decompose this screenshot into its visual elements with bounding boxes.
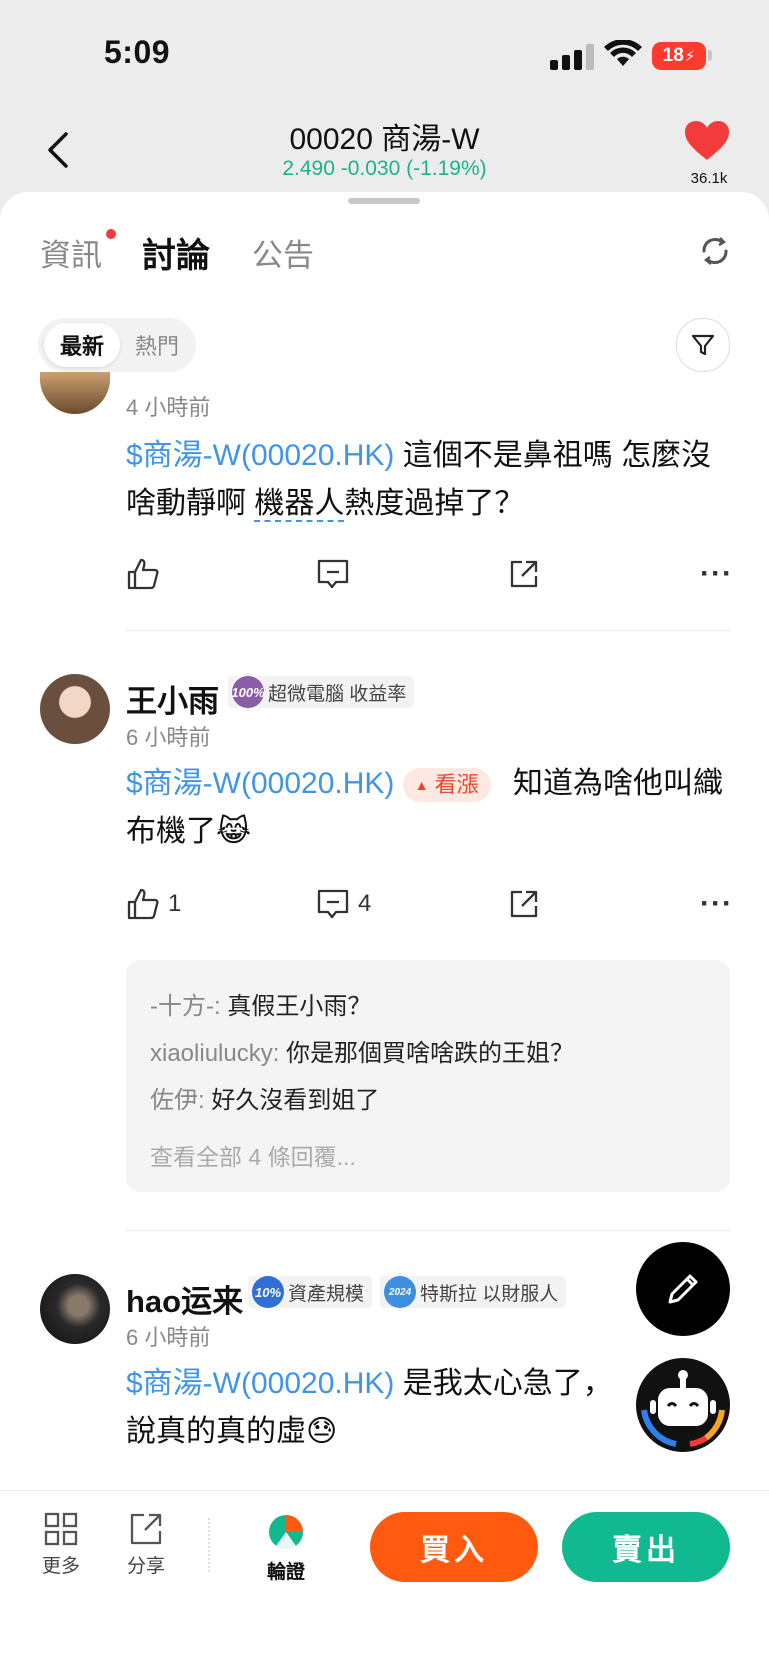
- grid-icon: [44, 1512, 78, 1546]
- battery-tip: [708, 50, 712, 61]
- buy-button[interactable]: 買入: [370, 1512, 538, 1582]
- sell-button[interactable]: 賣出: [562, 1512, 730, 1582]
- tab-discussion[interactable]: 討論: [142, 228, 210, 277]
- keyword-link[interactable]: 機器人: [254, 487, 345, 522]
- post-divider: [126, 1230, 730, 1231]
- post-divider: [126, 630, 730, 631]
- tab-news[interactable]: 資訊: [40, 230, 102, 275]
- sentiment-bullish-badge: ▲ 看漲: [402, 768, 491, 803]
- user-badges[interactable]: 10% 資產規模 2024 特斯拉 以財服人: [248, 1276, 567, 1308]
- stock-price-line: 2.490 -0.030 (-1.19%): [282, 157, 487, 180]
- stock-tag-link[interactable]: $商湯-W(00020.HK): [126, 767, 394, 800]
- like-count: 1: [168, 890, 182, 917]
- post-time: 6 小時前: [126, 725, 211, 750]
- robot-icon: [641, 1370, 725, 1447]
- share-icon: [130, 1513, 162, 1545]
- user-badge[interactable]: 100% 超微電腦 收益率: [228, 676, 415, 708]
- warrants-icon: [269, 1515, 303, 1550]
- username[interactable]: hao运来: [126, 1276, 243, 1321]
- comment-icon: [317, 889, 349, 919]
- medal-icon: 100%: [231, 676, 265, 708]
- stock-title: 00020 商湯-W: [289, 123, 480, 156]
- reply-item[interactable]: 佐伊: 好久沒看到姐了: [150, 1080, 379, 1115]
- avatar[interactable]: [40, 1274, 110, 1344]
- bottom-divider: [208, 1518, 212, 1572]
- more-button[interactable]: 更多: [40, 1512, 82, 1578]
- avatar[interactable]: [40, 674, 110, 744]
- ai-assistant-button[interactable]: [636, 1358, 730, 1452]
- share-page-button[interactable]: 分享: [124, 1512, 168, 1578]
- medal-icon: 10%: [252, 1276, 284, 1308]
- username[interactable]: 王小雨: [126, 676, 219, 721]
- post-body[interactable]: $商湯-W(00020.HK) 是我太心急了，說真的真的虛😓: [126, 1360, 636, 1456]
- share-post-button[interactable]: [508, 556, 540, 592]
- cellular-signal-icon: [550, 44, 594, 70]
- wifi-icon: [604, 40, 642, 66]
- battery-indicator: 18 ⚡: [652, 42, 706, 70]
- sheet-handle[interactable]: [348, 198, 420, 204]
- status-time: 5:09: [104, 34, 171, 70]
- comment-button[interactable]: 4: [316, 886, 371, 922]
- comment-button[interactable]: [316, 556, 350, 592]
- reply-item[interactable]: -十方-: 真假王小雨？: [150, 986, 371, 1021]
- post-time: 4 小時前: [126, 395, 211, 420]
- medal-icon: 2024: [384, 1276, 417, 1308]
- unread-dot: [106, 229, 116, 239]
- stock-tag-link[interactable]: $商湯-W(00020.HK): [126, 439, 394, 472]
- comment-icon: [317, 559, 349, 589]
- comment-count: 4: [358, 890, 372, 917]
- sort-latest[interactable]: 最新: [44, 323, 120, 367]
- filter-button[interactable]: [676, 318, 730, 372]
- share-icon: [510, 890, 538, 918]
- pencil-icon: [668, 1274, 698, 1304]
- filter-icon: [691, 334, 715, 356]
- compose-button[interactable]: [636, 1242, 730, 1336]
- sort-hot[interactable]: 熱門: [124, 323, 190, 367]
- share-post-button[interactable]: [508, 886, 540, 922]
- post-time: 6 小時前: [126, 1325, 211, 1350]
- post-text-after: 熱度過掉了？: [344, 487, 525, 520]
- like-button[interactable]: [126, 556, 160, 592]
- tab-announcements[interactable]: 公告: [252, 230, 314, 275]
- more-options-icon[interactable]: ···: [700, 886, 733, 922]
- reply-item[interactable]: xiaoliulucky: 你是那個買啥啥跌的王姐？: [150, 1033, 574, 1068]
- more-options-icon[interactable]: ···: [700, 556, 733, 592]
- refresh-icon[interactable]: [700, 236, 730, 266]
- thumbs-up-icon: [127, 558, 159, 590]
- view-all-replies-link[interactable]: 查看全部 4 條回覆...: [150, 1138, 356, 1172]
- favorite-count: 36.1k: [690, 170, 728, 187]
- like-button[interactable]: 1: [126, 886, 181, 922]
- favorite-heart-icon[interactable]: [684, 120, 730, 162]
- share-icon: [510, 560, 538, 588]
- warrants-button[interactable]: 輪證: [262, 1512, 310, 1584]
- thumbs-up-icon: [127, 888, 159, 920]
- post-body[interactable]: $商湯-W(00020.HK) ▲ 看漲 知道為啥他叫織布機了😹: [126, 760, 726, 856]
- stock-tag-link[interactable]: $商湯-W(00020.HK): [126, 1367, 394, 1400]
- post-body[interactable]: $商湯-W(00020.HK) 這個不是鼻祖嗎 怎麼沒啥動靜啊 機器人熱度過掉了…: [126, 432, 726, 528]
